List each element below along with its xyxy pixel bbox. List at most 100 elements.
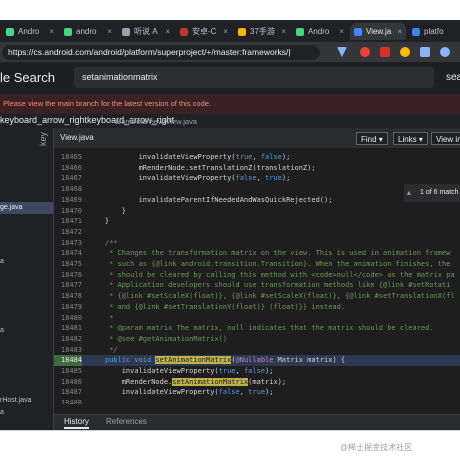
code-line: 18484 public void setAnimationMatrix(@Nu… (54, 355, 460, 366)
links-button[interactable]: Links ▾ (393, 132, 428, 145)
line-number[interactable]: 18475 (54, 259, 82, 270)
line-number[interactable]: 18477 (54, 280, 82, 291)
url-bar[interactable]: https://cs.android.com/android/platform/… (2, 45, 320, 60)
line-number[interactable]: 18488 (54, 398, 82, 404)
line-number[interactable]: 18484 (54, 355, 82, 366)
sidebar-item-label: rHost.java (0, 397, 32, 404)
tab-references[interactable]: References (106, 417, 147, 426)
extension-icon[interactable] (380, 47, 390, 57)
code-text: invalidateViewProperty(false, true); (88, 388, 274, 397)
line-number[interactable]: 18480 (54, 313, 82, 324)
line-number[interactable]: 18472 (54, 227, 82, 238)
page-title: le Search (0, 70, 55, 85)
sidebar-item[interactable]: a (0, 256, 53, 268)
sidebar-item[interactable]: rHost.java (0, 395, 53, 407)
line-number[interactable]: 18476 (54, 270, 82, 281)
code-line: 18485 invalidateViewProperty(true, false… (54, 366, 460, 377)
sidebar-toggle[interactable]: key (38, 132, 48, 146)
code-text: mRenderNode.setAnimationMatrix(matrix); (88, 377, 287, 386)
favicon-icon (238, 28, 246, 36)
banner-text: Please view the main branch for the late… (3, 99, 212, 108)
code-line: 18487 invalidateViewProperty(false, true… (54, 387, 460, 398)
browser-tab[interactable]: 安卓-C × (176, 23, 232, 40)
line-number[interactable]: 18479 (54, 302, 82, 313)
vpn-icon[interactable] (337, 47, 347, 57)
line-number[interactable]: 18471 (54, 216, 82, 227)
code-text: invalidateViewProperty(true, false); (88, 367, 274, 375)
close-icon[interactable]: × (339, 23, 344, 40)
warning-banner: Please view the main branch for the late… (0, 94, 460, 114)
extension-icon[interactable] (400, 47, 410, 57)
tab-label: Andro (18, 27, 40, 36)
code-line: 18470 } (54, 206, 460, 217)
sidebar-item[interactable]: a (0, 325, 53, 337)
line-number[interactable]: 18469 (54, 195, 82, 206)
browser-tab-active[interactable]: View.ja × (350, 23, 406, 40)
tab-history[interactable]: History (64, 417, 89, 429)
code-line: 18471 } (54, 216, 460, 227)
breadcrumb: keyboard_arrow_rightkeyboard_arrow_right… (0, 114, 460, 128)
code-text: * should be cleared by calling this meth… (88, 270, 455, 279)
code-line: 18473 /** (54, 238, 460, 249)
file-tree-sidebar: key ge.java a a rHost.java a (0, 128, 53, 430)
line-number[interactable]: 18467 (54, 173, 82, 184)
line-number[interactable]: 18482 (54, 334, 82, 345)
code-line: 18486 mRenderNode.setAnimationMatrix(mat… (54, 377, 460, 388)
sidebar-item-label: a (0, 409, 4, 416)
sidebar-item[interactable]: a (0, 407, 53, 419)
code-line: 18479 * and {@link #setTranslationY(floa… (54, 302, 460, 313)
line-number[interactable]: 18466 (54, 163, 82, 174)
line-number[interactable]: 18485 (54, 366, 82, 377)
sidebar-item-label: a (0, 327, 4, 334)
close-icon[interactable]: × (397, 23, 402, 40)
line-number[interactable]: 18481 (54, 323, 82, 334)
browser-tab[interactable]: Andro × (2, 23, 58, 40)
line-number[interactable]: 18486 (54, 377, 82, 388)
search-input[interactable]: setanimationmatrix (74, 67, 434, 88)
line-number[interactable]: 18478 (54, 291, 82, 302)
extension-icon[interactable] (420, 47, 430, 57)
file-name: View.java (60, 133, 94, 142)
code-text: public void setAnimationMatrix(@Nullable… (104, 356, 346, 365)
code-line: 18465 invalidateViewProperty(true, false… (54, 152, 460, 163)
close-icon[interactable]: × (281, 23, 286, 40)
extension-icon[interactable] (440, 47, 450, 57)
tab-label: 37手游 (250, 27, 275, 36)
code-line: 18477 * Application developers should us… (54, 280, 460, 291)
tab-label: platfo (424, 27, 444, 36)
view-in-button[interactable]: View in (431, 132, 460, 145)
close-icon[interactable]: × (107, 23, 112, 40)
browser-tab[interactable]: Andro × (292, 23, 348, 40)
favicon-icon (296, 28, 304, 36)
code-text: * such as {@link android.transition.Tran… (88, 260, 451, 268)
line-number[interactable]: 18473 (54, 238, 82, 249)
sidebar-header: key (0, 128, 53, 168)
browser-tab[interactable]: 听说 A × (118, 23, 174, 40)
favicon-icon (64, 28, 72, 36)
sidebar-item[interactable]: ge.java (0, 202, 53, 214)
close-icon[interactable]: × (49, 23, 54, 40)
favicon-icon (180, 28, 188, 36)
code-line: 18481 * @param matrix The matrix, null i… (54, 323, 460, 334)
search-button[interactable]: sea (446, 72, 460, 83)
line-number[interactable]: 18465 (54, 152, 82, 163)
bottom-panel-tabs: History References (54, 414, 460, 430)
close-icon[interactable]: × (223, 23, 228, 40)
line-number[interactable]: 18483 (54, 345, 82, 356)
match-up-icon[interactable]: ▴ (407, 184, 411, 202)
line-number[interactable]: 18470 (54, 206, 82, 217)
browser-tab[interactable]: 37手游 × (234, 23, 290, 40)
browser-tab[interactable]: andro × (60, 23, 116, 40)
line-number[interactable]: 18474 (54, 248, 82, 259)
code-text: invalidateParentIfNeededAndWasQuickRejec… (88, 195, 333, 204)
close-icon[interactable]: × (165, 23, 170, 40)
line-number[interactable]: 18468 (54, 184, 82, 195)
code-text: } (88, 217, 110, 226)
browser-tab[interactable]: platfo (408, 23, 460, 40)
extension-icon[interactable] (360, 47, 370, 57)
tab-label: Andro (308, 27, 330, 36)
file-panel: View.java Find ▾ Links ▾ View in 18465 i… (53, 128, 460, 430)
line-number[interactable]: 18487 (54, 387, 82, 398)
find-button[interactable]: Find ▾ (356, 132, 388, 145)
breadcrumb-path[interactable]: a/android/view/View.java (115, 117, 197, 126)
